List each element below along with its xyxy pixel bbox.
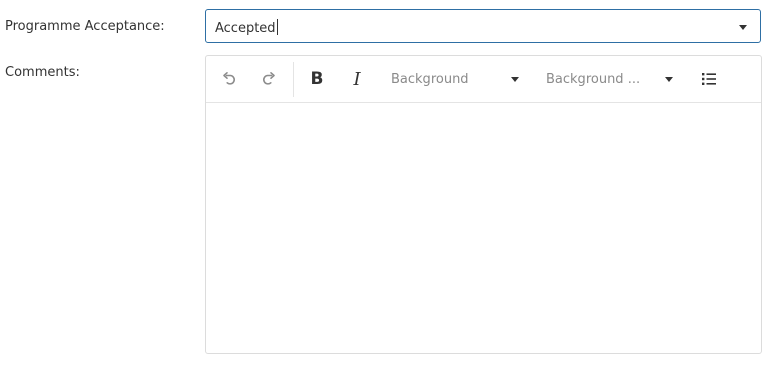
undo-icon [223, 72, 235, 85]
editor-content-area[interactable] [206, 103, 761, 353]
programme-acceptance-label: Programme Acceptance: [5, 19, 165, 34]
comments-editor: B I Background Background ... [205, 55, 762, 354]
chevron-down-icon [511, 77, 519, 82]
form: Programme Acceptance: Accepted Comments: [0, 0, 772, 370]
comments-label: Comments: [5, 65, 80, 80]
background-image-dropdown[interactable]: Background ... [546, 65, 673, 93]
toolbar-separator [293, 62, 294, 97]
redo-button[interactable] [255, 65, 283, 93]
background-color-label: Background [391, 71, 469, 87]
programme-acceptance-value[interactable]: Accepted [215, 19, 278, 36]
bold-icon: B [310, 69, 324, 89]
bulleted-list-icon [702, 73, 716, 85]
editor-toolbar: B I Background Background ... [206, 56, 761, 103]
bulleted-list-button[interactable] [695, 65, 723, 93]
chevron-down-icon [665, 77, 673, 82]
bold-button[interactable]: B [303, 65, 331, 93]
background-image-label: Background ... [546, 71, 641, 87]
redo-icon [263, 72, 275, 85]
programme-acceptance-dropdown[interactable]: Accepted [205, 9, 761, 43]
italic-button[interactable]: I [343, 65, 371, 93]
italic-icon: I [353, 68, 361, 90]
background-color-dropdown[interactable]: Background [391, 65, 519, 93]
text-caret [276, 19, 278, 35]
undo-button[interactable] [215, 65, 243, 93]
chevron-down-icon[interactable] [739, 25, 747, 30]
